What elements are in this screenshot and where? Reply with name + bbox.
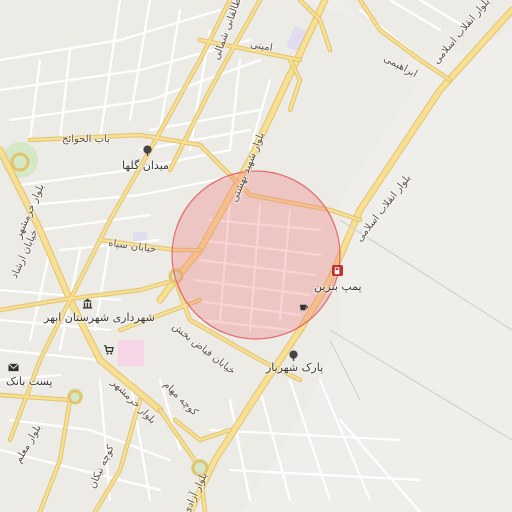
library-icon[interactable] <box>82 298 93 309</box>
label-post-bank: پست بانک <box>6 375 53 388</box>
label-pomp-benzin: پمپ بنزین <box>314 280 362 293</box>
label-park-shahriar: پارک شهریار <box>266 361 324 374</box>
search-radius-circle <box>171 170 341 340</box>
map-view[interactable]: بلوار انقلاب اسلامی بلوار انقلاب اسلامی … <box>0 0 512 512</box>
label-shahrdari: شهرداری شهرستان ابهر <box>44 311 155 324</box>
label-bab-al-havayej: باب الحوائج <box>62 134 110 145</box>
post-icon[interactable] <box>8 362 19 373</box>
cafe-icon[interactable] <box>298 302 309 313</box>
fuel-icon[interactable] <box>332 265 343 276</box>
label-meydan-gola: میدان گلها <box>122 159 169 172</box>
park-tree-icon[interactable] <box>288 350 299 361</box>
cart-icon[interactable] <box>103 344 114 355</box>
tree-icon[interactable] <box>142 145 153 156</box>
map-canvas[interactable] <box>0 0 512 512</box>
